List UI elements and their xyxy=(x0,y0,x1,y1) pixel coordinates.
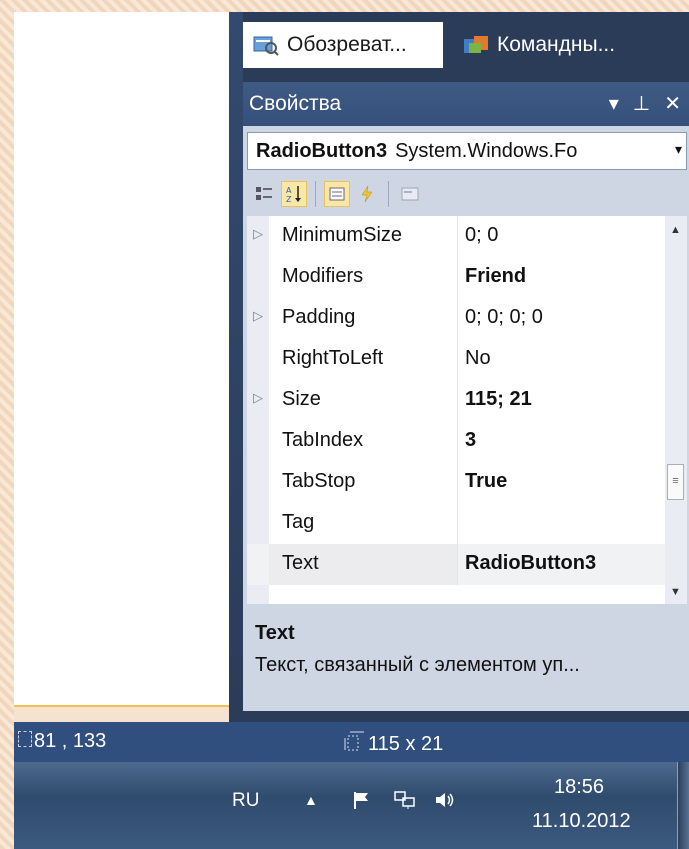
property-name: Padding xyxy=(282,306,356,328)
alphabetical-icon[interactable]: A Z xyxy=(281,181,307,207)
property-row[interactable]: TabStop True xyxy=(247,462,665,503)
scrollbar-thumb[interactable]: ≡ xyxy=(667,464,684,500)
team-explorer-icon xyxy=(463,34,489,56)
titlebar-tools: ▾ ⊥ ✕ xyxy=(609,91,681,116)
description-text: Текст, связанный с элементом уп... xyxy=(255,654,580,676)
network-icon[interactable] xyxy=(394,790,416,815)
windows-taskbar: RU ▲ 18:56 11.10.2012 xyxy=(14,762,689,849)
expand-icon[interactable]: ▷ xyxy=(253,226,263,242)
show-desktop-button[interactable] xyxy=(677,762,689,849)
action-center-flag-icon[interactable] xyxy=(352,790,372,815)
dropdown-icon[interactable]: ▾ xyxy=(609,91,619,116)
object-type: System.Windows.Fo xyxy=(395,139,578,162)
property-grid: ▷ MinimumSize 0; 0 Modifiers Friend ▷ Pa… xyxy=(247,216,665,604)
expand-icon[interactable]: ▷ xyxy=(253,390,263,406)
clock-date[interactable]: 11.10.2012 xyxy=(532,810,631,833)
expand-icon[interactable]: ▷ xyxy=(253,308,263,324)
slide-background-left xyxy=(0,0,14,849)
size-text: 115 x 21 xyxy=(368,732,444,755)
properties-view-icon[interactable] xyxy=(324,181,350,207)
volume-icon[interactable] xyxy=(434,790,456,815)
property-name: TabIndex xyxy=(282,429,364,451)
solution-explorer-icon xyxy=(253,34,279,56)
pin-icon[interactable]: ⊥ xyxy=(633,91,650,116)
properties-panel: RadioButton3 System.Windows.Fo ▾ A Z ▷ M… xyxy=(243,126,689,711)
property-row[interactable]: Modifiers Friend xyxy=(247,257,665,298)
property-name: Text xyxy=(282,552,319,574)
ide-screenshot: Обозреват... Командны... Свойства ▾ ⊥ ✕ … xyxy=(14,12,689,849)
categorized-icon[interactable] xyxy=(251,181,277,207)
property-value[interactable]: Friend xyxy=(465,265,526,288)
svg-text:Z: Z xyxy=(286,195,292,204)
tab-team-explorer-label: Командны... xyxy=(497,33,616,56)
toolbar-separator xyxy=(315,181,316,207)
property-row[interactable]: RightToLeft No xyxy=(247,339,665,380)
property-value[interactable]: True xyxy=(465,470,507,493)
language-indicator[interactable]: RU xyxy=(232,790,259,812)
properties-titlebar: Свойства ▾ ⊥ ✕ xyxy=(243,82,689,126)
toolbar-separator xyxy=(388,181,389,207)
position-text: 81 , 133 xyxy=(34,730,107,752)
scroll-down-icon[interactable]: ▼ xyxy=(670,586,681,598)
property-value[interactable]: 0; 0 xyxy=(465,224,498,247)
property-grid-scrollbar[interactable]: ▲ ≡ ▼ xyxy=(665,216,687,604)
object-name: RadioButton3 xyxy=(256,139,388,162)
property-row[interactable]: Tag xyxy=(247,503,665,544)
position-icon xyxy=(18,731,32,747)
chevron-down-icon[interactable]: ▾ xyxy=(675,141,682,158)
object-selector[interactable]: RadioButton3 System.Windows.Fo ▾ xyxy=(247,132,687,170)
property-row[interactable]: ▷ Padding 0; 0; 0; 0 xyxy=(247,298,665,339)
clock-time[interactable]: 18:56 xyxy=(554,776,604,799)
svg-text:A: A xyxy=(286,186,292,195)
property-value[interactable]: 3 xyxy=(465,429,476,452)
status-position: 81 , 133 xyxy=(18,730,106,753)
property-value[interactable]: RadioButton3 xyxy=(465,552,596,575)
property-row[interactable]: ▷ MinimumSize 0; 0 xyxy=(247,216,665,257)
show-hidden-icons-icon[interactable]: ▲ xyxy=(304,792,318,808)
close-icon[interactable]: ✕ xyxy=(664,91,681,116)
property-pages-icon[interactable] xyxy=(397,181,423,207)
events-icon[interactable] xyxy=(354,181,380,207)
property-name: MinimumSize xyxy=(282,224,403,246)
property-name: Modifiers xyxy=(282,265,364,287)
property-row[interactable]: TabIndex 3 xyxy=(247,421,665,462)
panel-title: Свойства xyxy=(249,92,342,115)
slide-background-top xyxy=(0,0,689,12)
tab-solution-explorer-label: Обозреват... xyxy=(287,33,407,56)
property-value[interactable]: 115; 21 xyxy=(465,388,532,411)
property-row[interactable]: ▷ Size 115; 21 xyxy=(247,380,665,421)
property-name: TabStop xyxy=(282,470,356,492)
scroll-up-icon[interactable]: ▲ xyxy=(670,224,681,236)
status-size: 115 x 21 xyxy=(344,730,443,758)
property-row-selected[interactable]: Text RadioButton3 xyxy=(247,544,665,585)
property-name: RightToLeft xyxy=(282,347,384,369)
property-value[interactable]: No xyxy=(465,347,491,370)
description-title: Text xyxy=(255,622,295,644)
property-value[interactable]: 0; 0; 0; 0 xyxy=(465,306,543,329)
description-pane: Text Текст, связанный с элементом уп... xyxy=(247,608,687,708)
form-designer-edge xyxy=(14,705,229,707)
tab-team-explorer[interactable]: Командны... xyxy=(455,22,689,68)
tab-solution-explorer[interactable]: Обозреват... xyxy=(243,22,443,68)
ide-frame-gradient xyxy=(229,12,243,722)
property-name: Tag xyxy=(282,511,315,533)
status-bar: 81 , 133 115 x 21 xyxy=(14,722,689,762)
form-designer-surface[interactable] xyxy=(14,12,229,707)
size-icon xyxy=(344,730,366,758)
properties-toolbar: A Z xyxy=(247,174,687,214)
property-name: Size xyxy=(282,388,321,410)
